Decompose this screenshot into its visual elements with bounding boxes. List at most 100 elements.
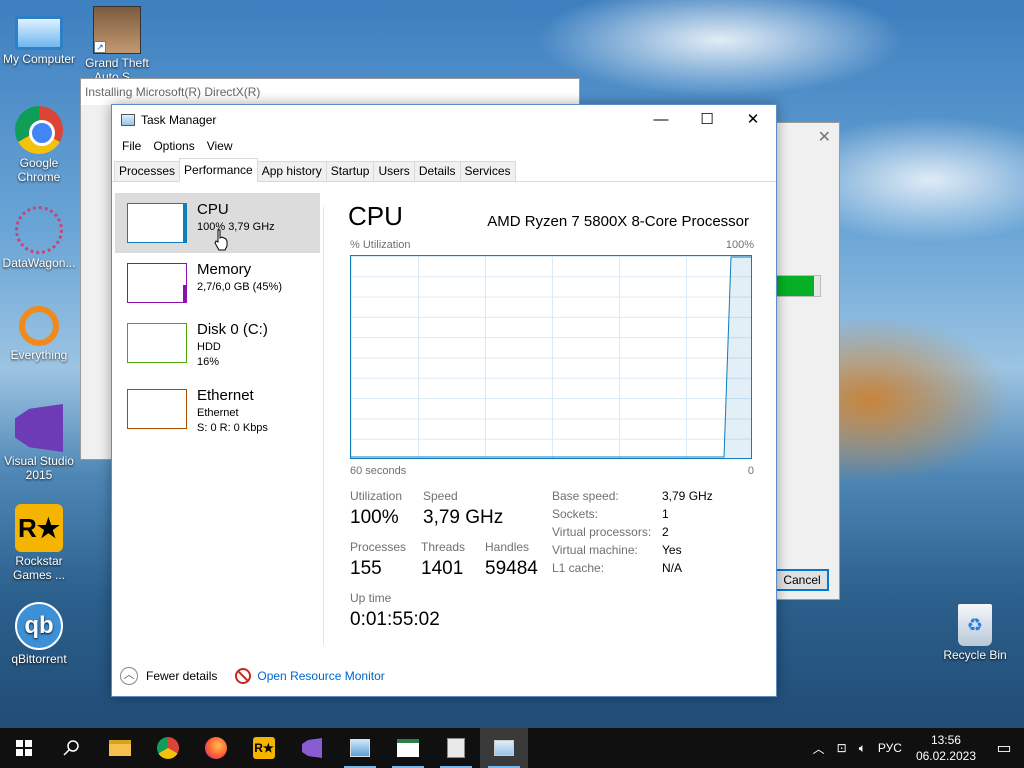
task-manager-icon [121, 114, 135, 126]
cpu-thumbnail-fill [183, 204, 186, 242]
disk-thumbnail-graph [127, 323, 187, 363]
virtual-processors-value: 2 [662, 525, 669, 539]
recycle-bin-icon: ♻ [958, 604, 992, 646]
desktop-icon-my-computer[interactable]: My Computer [0, 8, 78, 66]
cpu-graph-svg [351, 256, 751, 458]
progress-fill [776, 276, 814, 296]
pane-divider[interactable] [323, 207, 324, 645]
desktop-icon-datawagon[interactable]: DataWagon... [0, 206, 78, 270]
utilization-value: 100% [350, 507, 399, 528]
taskbar: R★ ︿ ⊡ 🔈︎ РУС 13:56 06.02.2023 ▭ [0, 728, 1024, 768]
resource-memory[interactable]: Memory 2,7/6,0 GB (45%) [115, 253, 320, 313]
desktop-icon-label: Rockstar Games ... [12, 554, 65, 582]
footer-bar: ︿ Fewer details Open Resource Monitor [112, 656, 776, 696]
files-icon[interactable] [432, 728, 480, 768]
title-bar[interactable]: Task Manager — ☐ ✕ [112, 105, 776, 135]
start-button[interactable] [0, 728, 48, 768]
close-icon[interactable]: ✕ [818, 127, 831, 147]
search-button[interactable] [48, 728, 96, 768]
desktop-icon-label: Everything [10, 348, 68, 362]
processes-value: 155 [350, 558, 382, 579]
desktop-icon-recycle-bin[interactable]: ♻ Recycle Bin [936, 604, 1014, 662]
handles-label: Handles [485, 540, 530, 554]
desktop-icon-label: Visual Studio 2015 [4, 454, 74, 482]
visual-studio-icon[interactable] [288, 728, 336, 768]
task-manager-icon[interactable] [480, 728, 528, 768]
installer-icon[interactable] [336, 728, 384, 768]
resource-detail-2: S: 0 R: 0 Kbps [197, 422, 268, 434]
uptime-value: 0:01:55:02 [350, 609, 440, 630]
qbittorrent-icon: qb [15, 602, 63, 650]
tab-services[interactable]: Services [459, 161, 516, 181]
handles-value: 59484 [485, 558, 538, 579]
resource-ethernet[interactable]: Ethernet Ethernet S: 0 R: 0 Kbps [115, 379, 320, 439]
rockstar-icon: R★ [15, 504, 63, 552]
desktop-icon-label: qBittorrent [11, 652, 67, 666]
speed-label: Speed [423, 489, 458, 503]
memory-thumbnail-fill [183, 284, 186, 302]
minimize-button[interactable]: — [638, 105, 684, 135]
open-resource-monitor-link[interactable]: Open Resource Monitor [257, 669, 384, 683]
resource-monitor-icon [235, 668, 252, 684]
ethernet-thumbnail-graph [127, 389, 187, 429]
resource-detail: HDD [197, 341, 221, 353]
chrome-icon[interactable] [144, 728, 192, 768]
desktop-icon-gta[interactable]: ↗ Grand Theft Auto S... [78, 6, 156, 84]
cancel-button[interactable]: Cancel [775, 569, 829, 591]
menu-bar: File Options View [112, 135, 776, 157]
maximize-button[interactable]: ☐ [684, 105, 730, 135]
menu-view[interactable]: View [201, 139, 239, 153]
resource-name: CPU [197, 201, 229, 218]
system-tray: ︿ ⊡ 🔈︎ РУС 13:56 06.02.2023 ▭ [807, 728, 1024, 768]
rockstar-icon[interactable]: R★ [240, 728, 288, 768]
cpu-model: AMD Ryzen 7 5800X 8-Core Processor [487, 213, 749, 230]
computer-icon [15, 16, 63, 50]
notification-icon[interactable]: ▭ [984, 738, 1024, 758]
network-icon[interactable]: ⊡ [831, 741, 853, 755]
chrome-icon [15, 106, 63, 154]
desktop-icon-visual-studio[interactable]: Visual Studio 2015 [0, 404, 78, 482]
desktop-icon-rockstar[interactable]: R★ Rockstar Games ... [0, 504, 78, 582]
desktop-icon-qbittorrent[interactable]: qb qBittorrent [0, 602, 78, 666]
desktop-icon-chrome[interactable]: Google Chrome [0, 106, 78, 184]
menu-options[interactable]: Options [147, 139, 200, 153]
time-axis-label: 60 seconds [350, 465, 407, 477]
memory-thumbnail-graph [127, 263, 187, 303]
resource-detail: Ethernet [197, 407, 239, 419]
resource-list: CPU 100% 3,79 GHz Memory 2,7/6,0 GB (45%… [115, 193, 322, 649]
tab-users[interactable]: Users [373, 161, 415, 181]
l1-cache-label: L1 cache: [552, 561, 605, 575]
base-speed-value: 3,79 GHz [662, 489, 713, 503]
speed-value: 3,79 GHz [423, 507, 504, 528]
firefox-icon[interactable] [192, 728, 240, 768]
resource-name: Disk 0 (C:) [197, 321, 268, 338]
cpu-heading: CPU [348, 201, 403, 231]
notepad-icon[interactable] [384, 728, 432, 768]
fewer-details-button[interactable]: Fewer details [146, 669, 217, 683]
chevron-up-icon[interactable]: ︿ [807, 740, 831, 757]
resource-name: Ethernet [197, 387, 254, 404]
resource-name: Memory [197, 261, 252, 278]
chevron-up-icon[interactable]: ︿ [120, 667, 138, 685]
clock[interactable]: 13:56 06.02.2023 [908, 732, 984, 764]
volume-icon[interactable]: 🔈︎ [853, 741, 872, 756]
tab-performance[interactable]: Performance [179, 158, 258, 182]
resource-disk[interactable]: Disk 0 (C:) HDD 16% [115, 313, 320, 373]
tab-processes[interactable]: Processes [114, 161, 181, 181]
menu-file[interactable]: File [116, 139, 147, 153]
windows-logo-icon [16, 740, 32, 756]
l1-cache-value: N/A [662, 561, 683, 575]
desktop-icon-everything[interactable]: Everything [0, 306, 78, 362]
uptime-label: Up time [350, 591, 392, 605]
close-button[interactable]: ✕ [730, 105, 776, 135]
tab-strip: Processes Performance App history Startu… [112, 157, 776, 182]
tab-startup[interactable]: Startup [325, 161, 375, 181]
clock-date: 06.02.2023 [915, 749, 976, 763]
explorer-icon[interactable] [96, 728, 144, 768]
resource-detail: 100% 3,79 GHz [197, 221, 275, 233]
directx-progress-bar [775, 275, 821, 297]
language-indicator[interactable]: РУС [872, 741, 908, 755]
tab-details[interactable]: Details [413, 161, 461, 181]
tab-app-history[interactable]: App history [256, 161, 327, 181]
visual-studio-icon [15, 404, 63, 452]
